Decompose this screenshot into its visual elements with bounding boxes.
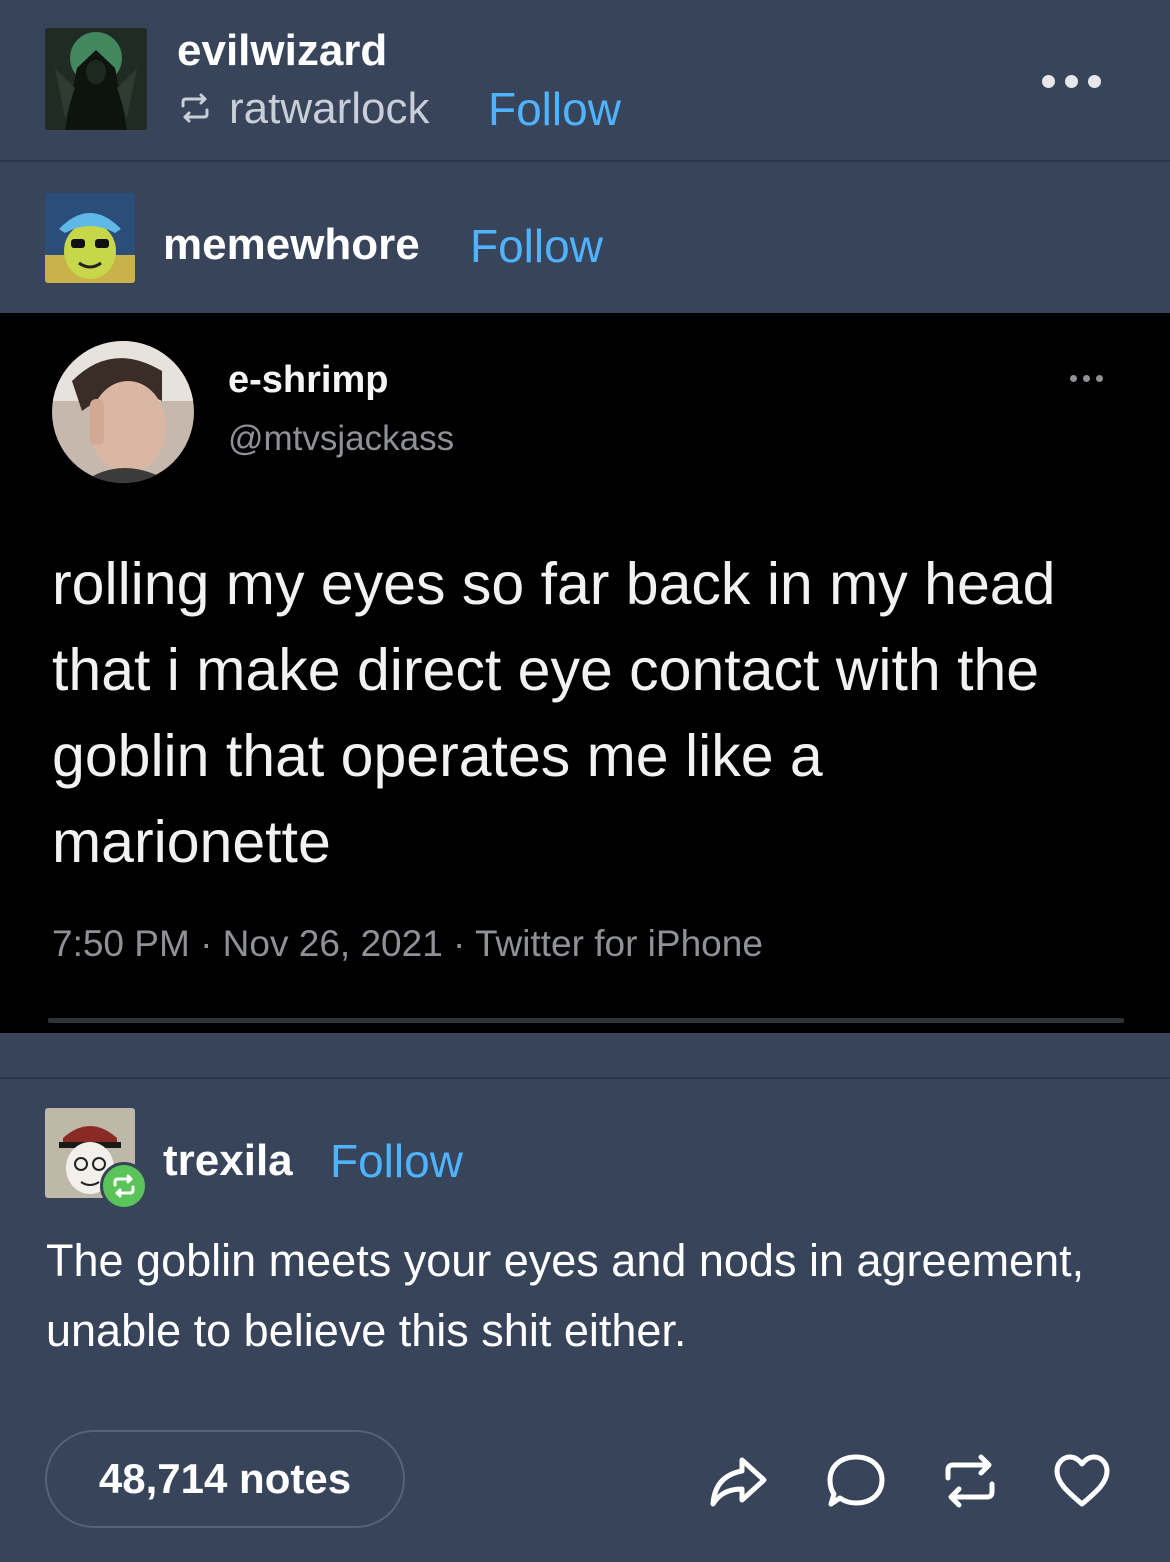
header-divider [0, 160, 1170, 162]
more-dots-icon[interactable] [1042, 72, 1106, 90]
tweet-text: rolling my eyes so far back in my head t… [52, 551, 1056, 875]
follow-trexila-button[interactable]: Follow [330, 1134, 463, 1188]
tweet-divider [48, 1018, 1124, 1023]
reblog-badge-icon [100, 1162, 148, 1210]
tweet-display-name: e-shrimp [228, 359, 389, 401]
follow-memewhore-button[interactable]: Follow [470, 219, 603, 273]
tweet-avatar [52, 341, 194, 483]
like-icon[interactable] [1052, 1452, 1112, 1510]
blog-name[interactable]: evilwizard [177, 26, 387, 76]
memewhore-avatar[interactable] [45, 193, 135, 283]
reblogger-name[interactable]: trexila [163, 1136, 293, 1186]
tweet-meta: 7:50 PM · Nov 26, 2021 · Twitter for iPh… [52, 923, 763, 964]
share-icon[interactable] [708, 1452, 768, 1510]
tweet-screenshot[interactable]: e-shrimp @mtvsjackass rolling my eyes so… [0, 313, 1170, 1033]
comment-icon[interactable] [826, 1452, 886, 1510]
notes-button[interactable]: 48,714 notes [45, 1430, 405, 1528]
reblog-small-icon [177, 92, 213, 124]
follow-ratwarlock-button[interactable]: Follow [488, 82, 621, 136]
tweet-handle: @mtvsjackass [228, 419, 455, 458]
reblog-text: The goblin meets your eyes and nods in a… [46, 1235, 1085, 1356]
reblogged-from-name[interactable]: ratwarlock [229, 84, 430, 134]
evilwizard-avatar[interactable] [45, 28, 147, 130]
post-divider [0, 1077, 1170, 1079]
tweet-more-icon [1070, 375, 1103, 382]
reblog-icon[interactable] [940, 1452, 1000, 1510]
original-poster-name[interactable]: memewhore [163, 220, 420, 270]
